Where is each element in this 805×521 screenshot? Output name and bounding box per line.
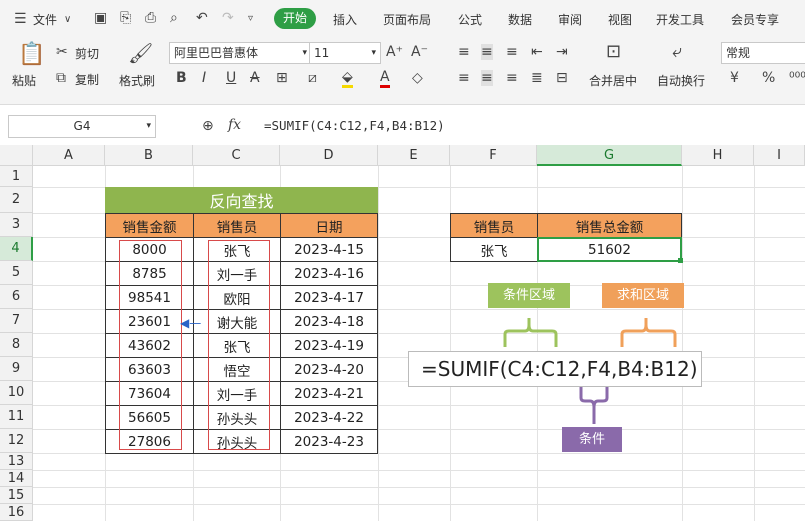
formula-callout: =SUMIF(C4:C12,F4,B4:B12) <box>408 351 702 387</box>
condition-range-brace <box>503 318 558 347</box>
condition-brace <box>579 387 609 424</box>
sum-range-brace <box>620 318 677 347</box>
brace-graphics <box>503 318 677 424</box>
